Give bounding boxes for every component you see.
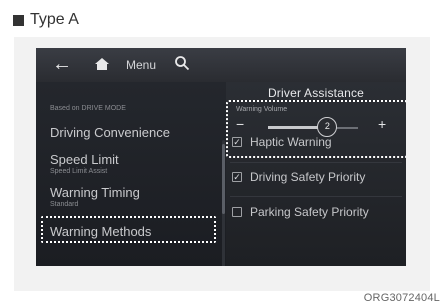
top-bar: ← Menu [36, 48, 406, 82]
menu-item-label: Driving Convenience [50, 125, 170, 140]
divider [230, 162, 402, 163]
option-label: Haptic Warning [250, 135, 332, 149]
option-parking-safety-priority[interactable]: Parking Safety Priority [232, 205, 369, 219]
panel-title: Driver Assistance [267, 86, 365, 100]
menu-item-warning-timing[interactable]: Warning Timing Standard [50, 185, 140, 208]
menu-item-warning-methods[interactable]: Warning Methods [50, 224, 151, 239]
volume-plus-button[interactable]: + [378, 116, 386, 132]
driver-assistance-panel: Driver Assistance Warning Volume − 2 + ✓… [226, 82, 406, 266]
volume-slider-knob[interactable]: 2 [317, 117, 338, 137]
figure-code: ORG3072404L [363, 292, 440, 304]
square-bullet-icon [13, 14, 24, 26]
volume-label: Warning Volume [236, 106, 288, 113]
type-label-text: Type A [30, 11, 79, 28]
volume-minus-button[interactable]: − [236, 116, 244, 132]
menu-item-label: Warning Methods [50, 224, 152, 239]
option-label: Driving Safety Priority [250, 170, 366, 184]
scrollbar-thumb[interactable] [222, 144, 225, 214]
divider [230, 196, 402, 197]
checkbox-icon[interactable]: ✓ [232, 172, 242, 182]
option-label: Parking Safety Priority [250, 205, 369, 219]
checkbox-icon[interactable] [232, 207, 242, 217]
type-label: Type A [13, 11, 79, 29]
infotainment-screen: ← Menu Based on DRIVE MODE Driving Conve… [36, 48, 406, 266]
option-haptic-warning[interactable]: ✓ Haptic Warning [232, 135, 332, 149]
mode-label: Based on DRIVE MODE [50, 105, 126, 112]
menu-item-driving-convenience[interactable]: Driving Convenience [50, 125, 170, 140]
menu-item-label: Speed Limit [50, 152, 119, 167]
warning-volume-control: Warning Volume − 2 + [226, 100, 406, 158]
option-driving-safety-priority[interactable]: ✓ Driving Safety Priority [232, 170, 365, 184]
checkbox-icon[interactable]: ✓ [232, 137, 242, 147]
home-icon[interactable] [94, 56, 110, 72]
search-icon[interactable] [174, 55, 190, 71]
settings-menu: Based on DRIVE MODE Driving Convenience … [36, 82, 226, 266]
back-arrow-icon[interactable]: ← [52, 54, 72, 74]
menu-item-sub: Speed Limit Assist [50, 168, 108, 175]
menu-item-speed-limit[interactable]: Speed Limit Speed Limit Assist [50, 152, 119, 175]
menu-item-label: Warning Timing [50, 185, 140, 200]
menu-button[interactable]: Menu [126, 58, 156, 72]
menu-item-sub: Standard [50, 201, 79, 208]
